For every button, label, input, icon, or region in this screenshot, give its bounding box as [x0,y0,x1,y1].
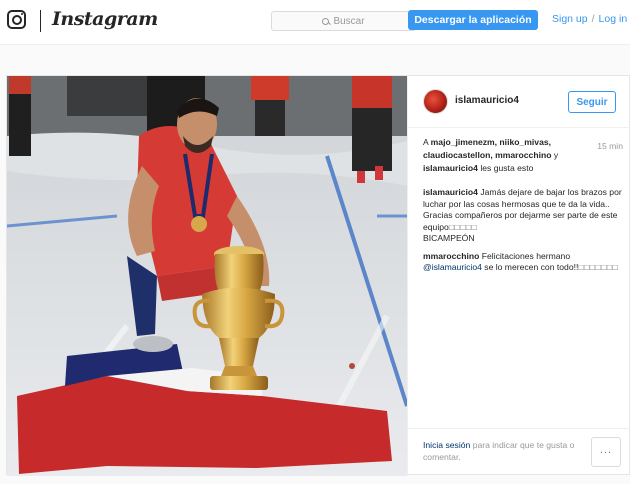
instagram-wordmark[interactable]: Instagram [52,8,158,30]
likes-suffix: les gusta esto [480,163,534,173]
comment-text-2: se lo merecen con todo!! [484,262,579,272]
post-body: 15 min A majo_jimenezm, niiko_mivas, cla… [423,136,623,274]
post-author[interactable]: islamauricio4 [455,95,519,106]
post-footer: Inicia sesión para indicar que te gusta … [408,428,630,476]
comment-text: Felicitaciones hermano [481,250,571,261]
auth-links: Sign up / Log in [552,13,627,25]
likes-users[interactable]: majo_jimenezm, niiko_mivas, claudiocaste… [423,137,551,160]
comment-emoji: □□□□□□□ [578,262,619,272]
post-header: islamauricio4 Seguir [408,76,630,128]
caption-text-3: BICAMPEÓN [423,233,475,243]
list-item: mmarocchino Felicitaciones hermano @isla… [423,251,623,274]
post-photo[interactable] [7,76,407,476]
login-link[interactable]: Log in [599,13,628,25]
top-nav: Instagram Buscar Descargar la aplicación… [0,0,630,45]
search-input[interactable]: Buscar [271,11,416,31]
nav-divider [40,10,41,32]
avatar[interactable] [423,89,448,114]
search-placeholder: Buscar [333,15,365,27]
more-options-button[interactable]: ... [591,437,621,467]
download-app-button[interactable]: Descargar la aplicación [408,10,538,30]
auth-separator: / [591,13,595,25]
follow-button[interactable]: Seguir [568,91,616,113]
post-time[interactable]: 15 min [597,140,623,153]
post-card: islamauricio4 Seguir 15 min A majo_jimen… [6,75,630,476]
caption: islamauricio4 Jamás dejare de bajar los … [423,187,623,245]
post-sidebar: islamauricio4 Seguir 15 min A majo_jimen… [407,76,630,476]
likes-summary: 15 min A majo_jimenezm, niiko_mivas, cla… [423,136,623,175]
likes-last-user[interactable]: islamauricio4 [423,163,478,173]
search-icon [322,17,330,25]
likes-conj: y [553,150,559,160]
signup-link[interactable]: Sign up [552,13,588,25]
login-prompt-link[interactable]: Inicia sesión [423,440,470,450]
more-dots-icon: ... [599,443,613,456]
likes-prefix: A [423,137,429,147]
post-photo-image [7,76,407,476]
login-prompt: Inicia sesión para indicar que te gusta … [423,439,593,463]
instagram-camera-icon[interactable] [7,10,26,29]
caption-user[interactable]: islamauricio4 [423,187,478,197]
caption-emoji: □□□□□ [448,221,478,232]
comment-user[interactable]: mmarocchino [423,251,479,261]
comment-mention[interactable]: @islamauricio4 [423,262,482,272]
